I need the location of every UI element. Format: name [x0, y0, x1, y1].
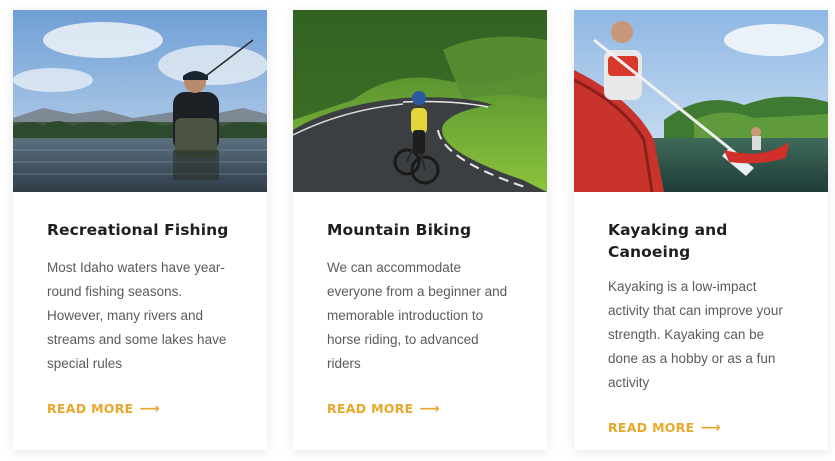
card-title: Mountain Biking — [327, 221, 472, 239]
arrow-right-icon: ⟶ — [700, 419, 721, 436]
card-title: Recreational Fishing — [47, 221, 229, 239]
read-more-link[interactable]: READ MORE ⟶ — [608, 420, 721, 435]
arrow-right-icon: ⟶ — [139, 400, 160, 417]
kayaking-photo — [574, 10, 828, 192]
biking-photo — [293, 10, 547, 192]
activity-card-kayaking: Kayaking and Canoeing Kayaking is a low-… — [574, 10, 828, 450]
activity-card-biking: Mountain Biking We can accommodate every… — [293, 10, 547, 450]
read-more-link[interactable]: READ MORE ⟶ — [47, 401, 160, 416]
read-more-label: READ MORE — [327, 401, 414, 416]
arrow-right-icon: ⟶ — [419, 400, 440, 417]
card-title: Kayaking and Canoeing — [608, 221, 728, 261]
card-description: Kayaking is a low-impact activity that c… — [608, 279, 783, 390]
fishing-photo — [13, 10, 267, 192]
read-more-label: READ MORE — [47, 401, 134, 416]
card-description: We can accommodate everyone from a begin… — [327, 260, 508, 371]
activity-card-fishing: Recreational Fishing Most Idaho waters h… — [13, 10, 267, 450]
card-description: Most Idaho waters have year-round fishin… — [47, 260, 227, 371]
read-more-label: READ MORE — [608, 420, 695, 435]
read-more-link[interactable]: READ MORE ⟶ — [327, 401, 440, 416]
